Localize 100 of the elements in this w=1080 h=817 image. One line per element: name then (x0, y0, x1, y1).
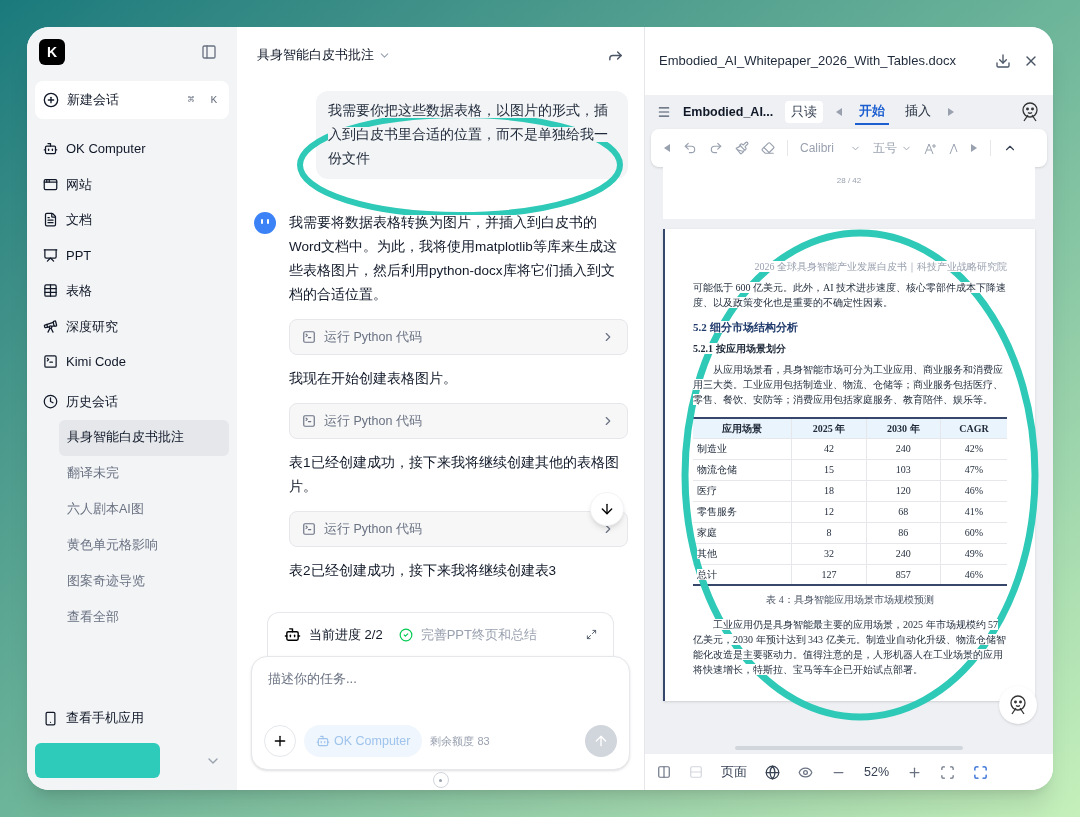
table-cell: 8 (791, 522, 867, 543)
table-cell: 240 (866, 543, 941, 564)
nav-item[interactable]: OK Computer (35, 131, 229, 167)
table-cell: 46% (940, 480, 1007, 501)
history-item[interactable]: 图案奇迹导览 (59, 563, 229, 600)
mobile-apps-link[interactable]: 查看手机应用 (35, 701, 229, 735)
phone-icon (43, 710, 58, 726)
nav-icon (43, 354, 58, 370)
table-header-cell: 应用场景 (693, 418, 792, 438)
view-all-link[interactable]: 查看全部 (59, 599, 229, 636)
nav-item[interactable]: 表格 (35, 273, 229, 309)
table-cell: 家庭 (693, 522, 792, 543)
table-cell: 12 (791, 501, 867, 522)
download-icon[interactable] (995, 53, 1011, 69)
undo-icon[interactable] (683, 141, 697, 155)
progress-label: 当前进度 2/2 (309, 625, 383, 644)
table-header-cell: 2025 年 (791, 418, 867, 438)
table-cell: 46% (940, 564, 1007, 585)
zoom-level: 52% (864, 763, 890, 781)
eraser-icon[interactable] (761, 141, 775, 155)
table-cell: 41% (940, 501, 1007, 522)
nav-item[interactable]: 网站 (35, 166, 229, 202)
quota-label: 剩余额度 83 (430, 733, 491, 749)
sidebar-toggle-icon[interactable] (201, 44, 217, 60)
nav-icon (43, 318, 58, 334)
ribbon-tab[interactable]: 插入 (901, 99, 936, 125)
nav-item[interactable]: Kimi Code (35, 344, 229, 380)
nav-item[interactable]: PPT (35, 237, 229, 273)
format-painter-icon[interactable] (735, 141, 749, 155)
table-header-cell: CAGR (940, 418, 1007, 438)
progress-step: 完善PPT终页和总结 (420, 624, 578, 645)
code-run-card[interactable]: 运行 Python 代码 (289, 511, 628, 547)
redo-icon[interactable] (709, 141, 723, 155)
shortcut-key: ⌘ (183, 91, 199, 109)
table-cell: 其他 (693, 543, 792, 564)
eye-icon[interactable] (798, 764, 813, 780)
history-item[interactable]: 六人剧本AI图 (59, 491, 229, 528)
nav-item[interactable]: 文档 (35, 202, 229, 238)
nav-icon (43, 283, 58, 299)
code-run-card[interactable]: 运行 Python 代码 (289, 319, 628, 355)
table-cell: 42% (940, 438, 1007, 459)
arrow-down-icon (599, 501, 615, 517)
layout-icon[interactable] (657, 765, 671, 779)
table-cell: 240 (866, 438, 941, 459)
scroll-left-icon[interactable] (663, 143, 671, 153)
table-cell: 120 (866, 480, 941, 501)
assistant-message: 我需要将数据表格转换为图片，并插入到白皮书的Word文档中。为此，我将使用matplotlib等库来生成这些表格图片，然后利用python-docx库将它们插入到文档的合适位置。 (289, 214, 618, 304)
history-item[interactable]: 具身智能白皮书批注 (59, 419, 229, 456)
table-cell: 医疗 (693, 480, 792, 501)
terminal-icon (302, 414, 316, 428)
grow-font-icon[interactable] (924, 141, 937, 155)
scroll-right-icon[interactable] (947, 107, 956, 117)
history-item[interactable]: 翻译未完 (59, 455, 229, 492)
terminal-icon (302, 522, 316, 536)
table-cell: 49% (940, 543, 1007, 564)
table-cell: 60% (940, 522, 1007, 543)
expand-icon[interactable] (586, 629, 597, 640)
mascot-icon (1007, 694, 1029, 716)
page-number: 28 / 42 (836, 175, 862, 187)
app-logo[interactable]: K (39, 39, 65, 65)
fit-page-icon[interactable] (940, 764, 956, 780)
code-run-card[interactable]: 运行 Python 代码 (289, 403, 628, 439)
doc-heading: 5.2 细分市场结构分析 (693, 320, 798, 335)
bot-icon (284, 626, 301, 643)
assistant-mascot-icon (1019, 101, 1041, 123)
table-cell: 47% (940, 459, 1007, 480)
fullscreen-icon[interactable] (973, 764, 989, 780)
plus-icon (43, 92, 59, 108)
history-item[interactable]: 黄色单元格影响 (59, 527, 229, 564)
shrink-font-icon[interactable] (949, 141, 958, 155)
nav-item[interactable]: 深度研究 (35, 308, 229, 344)
table-cell: 127 (791, 564, 867, 585)
document-title: Embodied_AI_Whitepaper_2026_With_Tables.docx (659, 52, 958, 71)
plus-icon (272, 733, 288, 749)
table-header-cell: 2030 年 (866, 418, 941, 438)
history-heading: 历史会话 (66, 392, 118, 411)
table-cell: 32 (791, 543, 867, 564)
table-cell: 86 (866, 522, 941, 543)
scroll-down-button[interactable] (590, 492, 624, 526)
new-chat-button[interactable]: 新建会话 ⌘ K (35, 81, 229, 119)
doc-paragraph: 从应用场景看，具身智能市场可分为工业应用、商业服务和消费应用三大类。工业应用包括制造业、物流、仓储等；商业服务包括医疗、零售、餐饮、安防等；消费应用包括家庭服务、教育陪伴、娱乐等。 (693, 363, 1004, 407)
menu-icon[interactable] (657, 105, 671, 119)
doc-subheading: 5.2.1 按应用场景划分 (693, 342, 786, 356)
scroll-left-icon[interactable] (835, 107, 844, 117)
chat-title-dropdown[interactable]: 具身智能白皮书批注 (257, 45, 391, 65)
task-input[interactable]: 描述你的任务... (264, 669, 617, 689)
assistant-mascot-button[interactable] (999, 686, 1037, 724)
ribbon-tab[interactable]: 开始 (855, 99, 890, 125)
view-mode-label[interactable]: 页面 (721, 762, 747, 782)
assistant-message: 表2已经创建成功，接下来我将继续创建表3 (289, 562, 558, 580)
read-only-badge: 只读 (785, 100, 824, 124)
table-cell: 42 (791, 438, 867, 459)
table-cell: 18 (791, 480, 867, 501)
globe-icon[interactable] (765, 764, 780, 780)
table-caption: 表 4：具身智能应用场景市场规模预测 (766, 593, 934, 607)
bot-icon (316, 734, 330, 748)
document-short-name: Embodied_AI... (683, 103, 774, 121)
nav-icon (43, 247, 58, 263)
zoom-in-icon[interactable] (907, 764, 923, 780)
scroll-right-icon[interactable] (970, 143, 978, 153)
